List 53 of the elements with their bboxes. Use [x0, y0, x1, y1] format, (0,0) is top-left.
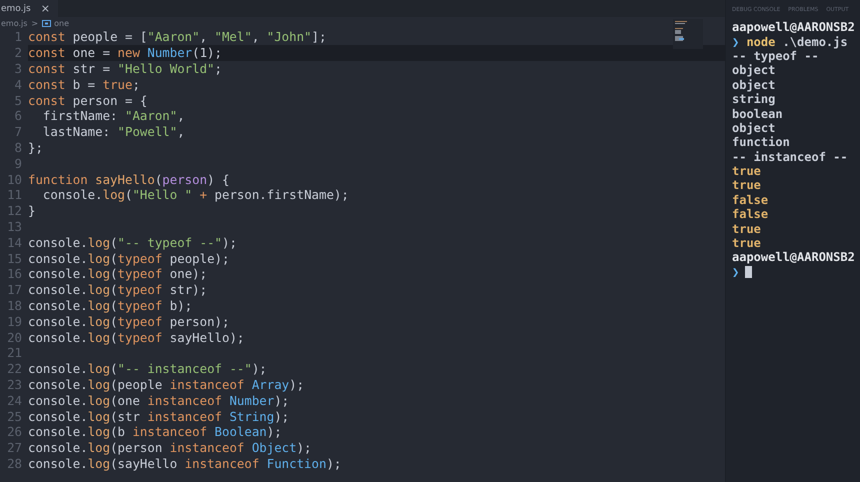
prompt-icon: ❯: [732, 264, 740, 279]
code-line: console.log(typeof people);: [28, 250, 230, 266]
terminal-output: false: [732, 192, 768, 207]
terminal-prompt: aapowell@AARONSB2: [732, 250, 855, 264]
terminal-output: string: [732, 92, 776, 106]
terminal-output: object: [732, 63, 776, 78]
terminal-output: -- instanceof --: [732, 150, 848, 164]
terminal-output: function: [732, 135, 790, 150]
code-line: console.log(str instanceof String);: [28, 408, 290, 424]
breadcrumb-item[interactable]: emo.js: [1, 18, 28, 28]
line-number: 2: [0, 44, 28, 61]
code-line: console.log(typeof sayHello);: [28, 330, 244, 345]
terminal-output: -- typeof --: [732, 48, 819, 63]
terminal-output: boolean: [732, 106, 783, 121]
code-line: const str = "Hello World";: [28, 60, 222, 76]
terminal-output: true: [732, 164, 761, 178]
close-icon[interactable]: ×: [40, 2, 50, 15]
file-tab[interactable]: emo.js ×: [0, 0, 58, 17]
prompt-icon: ❯: [732, 34, 740, 49]
code-line: console.log(sayHello instanceof Function);: [28, 456, 342, 471]
terminal-prompt: aapowell@AARONSB2: [732, 20, 855, 34]
terminal-output: true: [732, 222, 761, 236]
terminal-command: node .\demo.js: [745, 34, 848, 49]
terminal-output: object: [732, 120, 776, 135]
breadcrumb-separator: >: [31, 18, 38, 28]
terminal-output: true: [732, 178, 761, 192]
code-line: console.log(one instanceof Number);: [28, 392, 290, 408]
code-line: const b = true;: [28, 76, 140, 92]
code-line: lastName: "Powell",: [42, 124, 185, 140]
code-line: console.log(typeof one);: [28, 266, 208, 282]
code-line: console.log("Hello " + person.firstName);: [42, 187, 349, 202]
terminal-output: object: [732, 78, 776, 92]
code-line: console.log("-- typeof --");: [28, 234, 237, 250]
breadcrumb-item[interactable]: one: [54, 18, 69, 28]
code-line: console.log(b instanceof Boolean);: [28, 424, 282, 440]
code-line: console.log(typeof b);: [28, 298, 192, 313]
code-line: };: [28, 140, 43, 155]
code-line: function sayHello(person) {: [28, 172, 230, 187]
variable-icon: [42, 20, 52, 26]
code-line: const people = ["Aaron", "Mel", "John"];: [28, 29, 326, 44]
code-line: console.log(typeof person);: [28, 314, 230, 329]
code-line: const one = new Number(1);: [28, 45, 222, 60]
code-line: firstName: "Aaron",: [42, 108, 185, 124]
minimap[interactable]: [673, 19, 703, 49]
text-cursor: [745, 266, 752, 278]
code-line: console.log(person instanceof Object);: [28, 440, 312, 456]
code-line: console.log(typeof str);: [28, 282, 208, 298]
terminal-output: false: [732, 207, 768, 222]
code-line: console.log(people instanceof Array);: [28, 376, 304, 392]
code-line: }: [28, 203, 36, 218]
code-line: const person = {: [28, 92, 148, 108]
code-line: console.log("-- instanceof --");: [28, 361, 267, 376]
terminal-output: true: [732, 236, 761, 250]
